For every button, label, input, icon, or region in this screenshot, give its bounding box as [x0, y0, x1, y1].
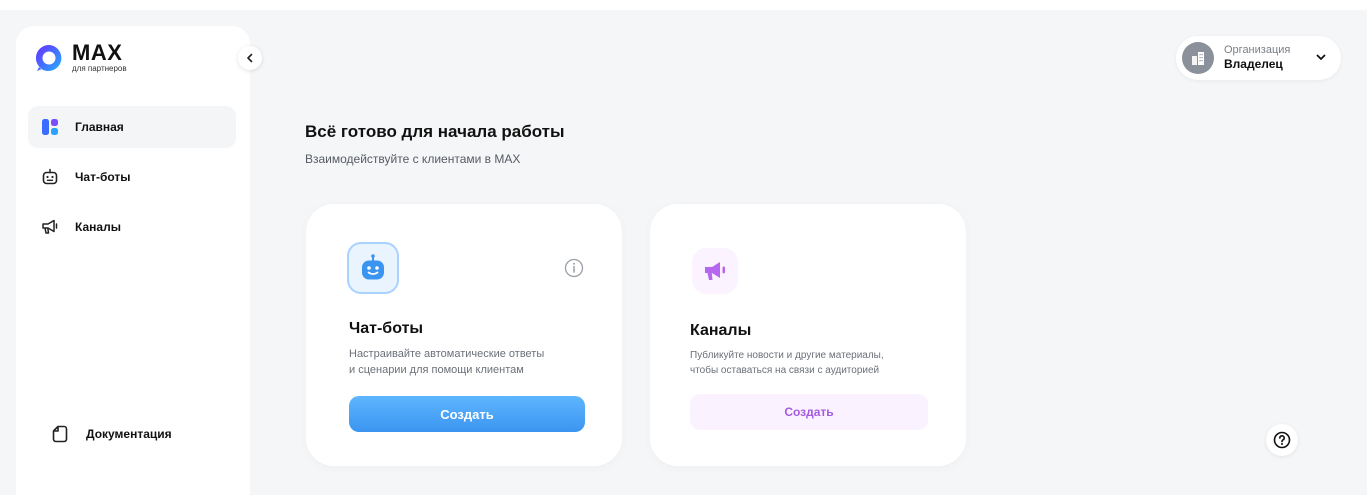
channels-card-title: Каналы — [690, 322, 752, 339]
top-bar — [0, 0, 1367, 10]
organization-label: Организация — [1224, 44, 1291, 57]
robot-icon — [362, 254, 384, 280]
chevron-left-icon — [247, 53, 253, 63]
channel-icon-tile — [692, 248, 738, 294]
chatbots-card-description: Настраивайте автоматические ответы и сце… — [349, 348, 545, 376]
question-icon — [1273, 431, 1291, 449]
sidebar-nav: Главная Чат-боты Каналы — [28, 106, 236, 256]
dashboard-icon — [40, 117, 60, 137]
avatar — [1182, 42, 1214, 74]
sidebar: MAX для партнеров Главная Чат-боты Канал… — [16, 26, 262, 495]
channels-card-description: Публикуйте новости и другие материалы, ч… — [690, 350, 884, 376]
sidebar-item-documentation[interactable]: Документация — [50, 424, 172, 444]
user-role: Владелец — [1224, 57, 1283, 72]
create-chatbot-button[interactable]: Создать — [349, 396, 585, 432]
info-icon[interactable] — [564, 258, 584, 283]
robot-icon — [40, 167, 60, 187]
page-subtitle: Взаимодействуйте с клиентами в MAX — [305, 152, 521, 166]
sidebar-item-label: Каналы — [75, 220, 121, 234]
sidebar-item-channels[interactable]: Каналы — [28, 206, 236, 248]
megaphone-icon — [705, 262, 725, 280]
chatbot-icon-tile — [347, 242, 399, 294]
help-button[interactable] — [1266, 424, 1298, 456]
sidebar-item-home[interactable]: Главная — [28, 106, 236, 148]
organization-switcher[interactable]: Организация Владелец — [1176, 36, 1341, 80]
document-icon — [50, 424, 70, 444]
documentation-label: Документация — [86, 427, 172, 441]
logo[interactable]: MAX для партнеров — [34, 42, 127, 73]
sidebar-item-chatbots[interactable]: Чат-боты — [28, 156, 236, 198]
chevron-down-icon — [1316, 54, 1326, 60]
max-logo-icon — [35, 44, 62, 71]
chatbots-card: Чат-боты Настраивайте автоматические отв… — [306, 204, 622, 466]
brand-name: MAX — [72, 40, 123, 65]
megaphone-icon — [40, 217, 60, 237]
sidebar-item-label: Чат-боты — [75, 170, 131, 184]
create-channel-button[interactable]: Создать — [690, 394, 928, 430]
sidebar-item-label: Главная — [75, 120, 124, 134]
page-title: Всё готово для начала работы — [305, 122, 565, 141]
collapse-sidebar-button[interactable] — [238, 46, 262, 70]
building-icon — [1192, 52, 1204, 65]
brand-subtitle: для партнеров — [72, 64, 127, 73]
chatbots-card-title: Чат-боты — [349, 320, 424, 337]
channels-card: Каналы Публикуйте новости и другие матер… — [650, 204, 966, 466]
